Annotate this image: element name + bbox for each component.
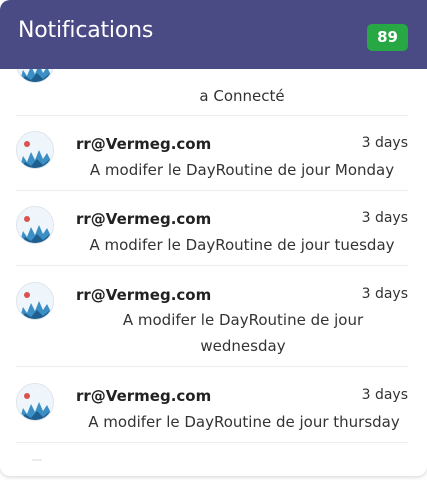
crowd-avatar-icon: [16, 282, 54, 320]
notification-list[interactable]: a Connecté rr@Vermeg.com 3 days A modife…: [0, 69, 427, 476]
notification-time: 3 days: [361, 286, 408, 302]
notification-message: A modifer le DayRoutine de jour tuesday: [89, 236, 395, 254]
notification-message: A modifer le DayRoutine de jour Monday: [89, 161, 395, 179]
notification-sender: rr@Vermeg.com: [76, 387, 212, 405]
crowd-avatar-icon: [16, 383, 54, 421]
notification-item[interactable]: a Connecté: [16, 69, 408, 116]
notification-item[interactable]: rr@Vermeg.com 3 days A modifer le DayRou…: [16, 367, 408, 443]
notifications-panel: Notifications 89 a Connecté rr@Vermeg.co…: [0, 0, 427, 476]
notification-message: A modifer le DayRoutine de jour thursday: [88, 413, 400, 431]
notification-sender: rr@Vermeg.com: [76, 286, 212, 304]
notification-count-badge: 89: [367, 24, 408, 51]
panel-title: Notifications: [18, 18, 154, 43]
notifications-header: Notifications 89: [0, 0, 427, 69]
notification-item[interactable]: rr@Vermeg.com 3 days A modifer le DayRou…: [16, 116, 408, 191]
crowd-avatar-icon: [16, 131, 54, 169]
notification-message: a Connecté: [199, 87, 285, 105]
notification-time: 3 days: [361, 135, 408, 151]
crowd-avatar-icon: [16, 69, 54, 83]
next-item-hint: [32, 459, 42, 461]
notification-sender: rr@Vermeg.com: [76, 210, 212, 228]
crowd-avatar-icon: [16, 206, 54, 244]
notification-time: 3 days: [361, 210, 408, 226]
notification-item[interactable]: rr@Vermeg.com 3 days A modifer le DayRou…: [16, 266, 408, 367]
notification-item[interactable]: rr@Vermeg.com 3 days A modifer le DayRou…: [16, 191, 408, 266]
notification-sender: rr@Vermeg.com: [76, 135, 212, 153]
notification-message: A modifer le DayRoutine de jour wednesda…: [122, 311, 364, 355]
notification-time: 3 days: [361, 387, 408, 403]
